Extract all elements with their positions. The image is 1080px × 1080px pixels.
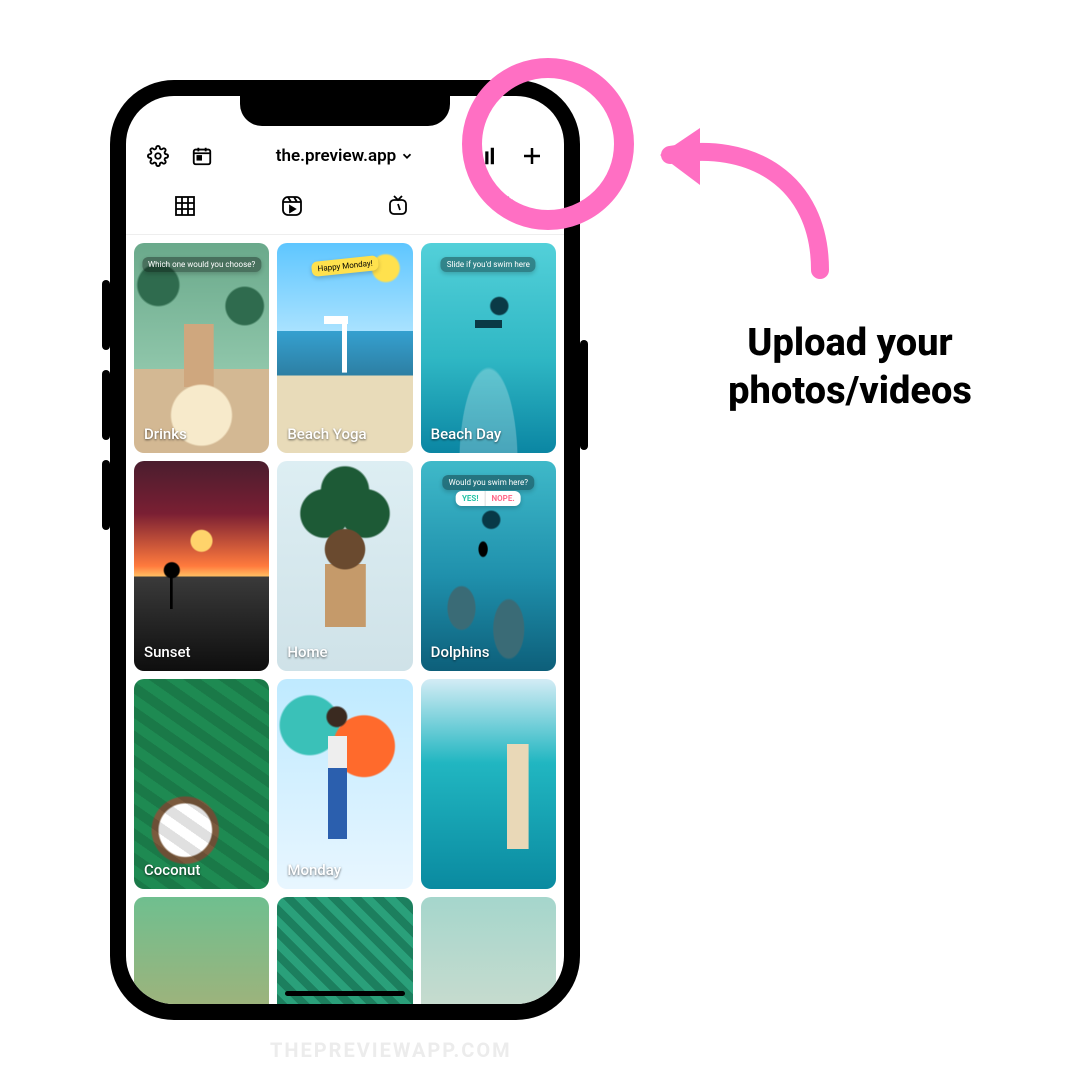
story-card[interactable] bbox=[134, 897, 269, 1004]
story-poll: YES!NOPE. bbox=[456, 491, 521, 506]
caption-line: Upload your bbox=[670, 320, 1030, 368]
story-card-label: Monday bbox=[287, 861, 341, 879]
story-card[interactable]: Would you swim here?YES!NOPE. Dolphins bbox=[421, 461, 556, 671]
analytics-button[interactable] bbox=[476, 144, 500, 168]
account-switcher[interactable]: the.preview.app bbox=[276, 146, 414, 166]
watermark: THEPREVIEWAPP.COM bbox=[270, 1038, 512, 1062]
account-name: the.preview.app bbox=[276, 146, 396, 166]
calendar-icon bbox=[191, 145, 213, 167]
story-card-label: Drinks bbox=[144, 425, 187, 443]
story-card[interactable]: Happy Monday! Beach Yoga bbox=[277, 243, 412, 453]
story-chip: Which one would you choose? bbox=[142, 257, 261, 272]
plus-icon bbox=[520, 144, 544, 168]
add-button[interactable] bbox=[520, 144, 544, 168]
calendar-button[interactable] bbox=[190, 144, 214, 168]
story-ring-icon bbox=[493, 194, 517, 218]
story-card[interactable] bbox=[421, 679, 556, 889]
story-card[interactable]: Which one would you choose? Drinks bbox=[134, 243, 269, 453]
story-card[interactable]: Monday bbox=[277, 679, 412, 889]
story-card-label: Home bbox=[287, 643, 327, 661]
story-chip: Would you swim here? bbox=[443, 475, 534, 490]
chevron-down-icon bbox=[400, 149, 414, 163]
story-chip: Happy Monday! bbox=[311, 255, 380, 277]
story-card-label: Dolphins bbox=[431, 643, 490, 661]
story-card[interactable]: Sunset bbox=[134, 461, 269, 671]
phone-screen: the.preview.app bbox=[126, 96, 564, 1004]
home-indicator bbox=[285, 991, 405, 996]
story-card[interactable] bbox=[277, 897, 412, 1004]
annotation-arrow bbox=[640, 110, 840, 280]
story-card[interactable]: Home bbox=[277, 461, 412, 671]
reels-icon bbox=[280, 194, 304, 218]
content-type-tabs bbox=[126, 178, 564, 235]
bar-chart-icon bbox=[477, 145, 499, 167]
settings-button[interactable] bbox=[146, 144, 170, 168]
story-card-label: Coconut bbox=[144, 861, 200, 879]
phone-notch bbox=[240, 96, 450, 126]
story-chip: Slide if you'd swim here bbox=[441, 257, 536, 272]
grid-icon bbox=[173, 194, 197, 218]
gear-icon bbox=[147, 145, 169, 167]
tab-grid[interactable] bbox=[132, 188, 239, 224]
story-grid[interactable]: Which one would you choose? Drinks Happy M… bbox=[126, 235, 564, 1004]
story-card-label: Sunset bbox=[144, 643, 191, 661]
tab-story[interactable] bbox=[452, 188, 559, 224]
story-card-label: Beach Yoga bbox=[287, 425, 366, 443]
story-card-label: Beach Day bbox=[431, 425, 502, 443]
tab-reels[interactable] bbox=[239, 188, 346, 224]
story-card[interactable]: Coconut bbox=[134, 679, 269, 889]
caption-line: photos/videos bbox=[670, 368, 1030, 416]
tab-igtv[interactable] bbox=[345, 188, 452, 224]
story-card[interactable]: Slide if you'd swim here Beach Day bbox=[421, 243, 556, 453]
igtv-icon bbox=[386, 194, 410, 218]
story-card[interactable] bbox=[421, 897, 556, 1004]
annotation-caption: Upload your photos/videos bbox=[670, 320, 1030, 415]
phone-frame: the.preview.app bbox=[110, 80, 580, 1020]
